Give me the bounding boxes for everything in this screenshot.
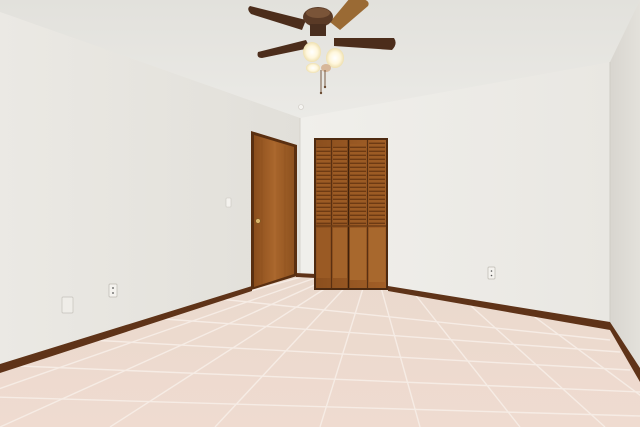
room-scene <box>0 0 640 427</box>
door-knob <box>255 218 261 224</box>
right-wall <box>610 0 640 380</box>
fan-light-left <box>303 42 321 62</box>
fan-light-bottom <box>306 63 320 73</box>
entry-door <box>251 131 297 290</box>
back-wall-outlet <box>487 266 496 280</box>
left-wall-outlet-low <box>61 296 74 314</box>
smoke-detector <box>298 104 304 110</box>
light-switch <box>225 197 232 208</box>
left-wall-outlet <box>108 283 118 298</box>
louvered-closet-door <box>314 138 388 290</box>
